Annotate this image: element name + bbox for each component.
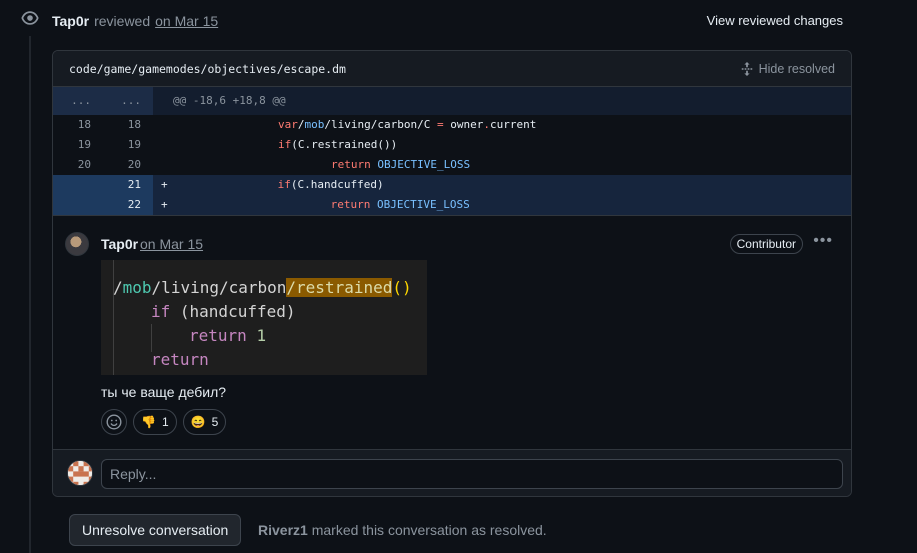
unresolve-conversation-button[interactable]: Unresolve conversation bbox=[69, 514, 242, 546]
hunk-header: @@ -18,6 +18,8 @@ bbox=[173, 94, 286, 107]
resolved-message: marked this conversation as resolved. bbox=[307, 522, 547, 538]
smile-icon: 😄 bbox=[190, 415, 206, 429]
identicon-icon bbox=[68, 461, 92, 485]
code-image-line: /mob/living/carbon/restrained() bbox=[113, 278, 412, 297]
thumbs-down-icon: 👎 bbox=[141, 415, 156, 429]
code-token: / bbox=[113, 278, 123, 297]
kebab-menu-icon[interactable]: ••• bbox=[813, 232, 833, 250]
reply-area bbox=[53, 449, 851, 496]
new-line-number[interactable]: 19 bbox=[103, 135, 153, 155]
old-line-number[interactable]: 19 bbox=[53, 135, 103, 155]
resolver-name[interactable]: Riverz1 bbox=[258, 522, 308, 538]
hunk-expand-left[interactable]: ... bbox=[53, 87, 103, 115]
code-token: return bbox=[189, 326, 247, 345]
new-line-number[interactable]: 20 bbox=[103, 155, 153, 175]
code-token: if bbox=[151, 302, 171, 321]
old-line-number[interactable] bbox=[53, 175, 103, 195]
timeline-line bbox=[29, 36, 31, 553]
hunk-row[interactable]: ... ... @@ -18,6 +18,8 @@ bbox=[53, 87, 851, 115]
review-header: Tap0r reviewed on Mar 15 View reviewed c… bbox=[52, 10, 917, 32]
code-text: return OBJECTIVE_LOSS bbox=[330, 198, 470, 211]
diff-code: + if(C.handcuffed) bbox=[153, 175, 851, 195]
reaction-count: 1 bbox=[161, 415, 169, 429]
diff-line: 19 19 if(C.restrained()) bbox=[53, 135, 851, 155]
code-image-line: if (handcuffed) bbox=[151, 302, 296, 321]
review-author[interactable]: Tap0r bbox=[52, 13, 89, 29]
contributor-badge: Contributor bbox=[729, 234, 803, 254]
view-reviewed-changes-link[interactable]: View reviewed changes bbox=[707, 10, 843, 32]
diff-code: if(C.restrained()) bbox=[153, 135, 851, 155]
old-line-number[interactable]: 20 bbox=[53, 155, 103, 175]
reactions-bar: 👎 1 😄 5 bbox=[101, 409, 227, 435]
code-text: var/mob/living/carbon/C = owner.current bbox=[278, 118, 537, 131]
add-reaction-button[interactable] bbox=[101, 409, 127, 435]
code-image-line: return 1 bbox=[189, 326, 266, 345]
resolved-status: Riverz1 marked this conversation as reso… bbox=[258, 522, 547, 538]
code-text: return OBJECTIVE_LOSS bbox=[331, 158, 471, 171]
conversation-box: code/game/gamemodes/objectives/escape.dm… bbox=[52, 50, 852, 497]
review-comment: Tap0r on Mar 15 Contributor ••• /mob/liv… bbox=[53, 215, 851, 451]
code-image-line: return bbox=[151, 350, 209, 369]
code-token: 1 bbox=[256, 326, 267, 345]
hunk-expand-right[interactable]: ... bbox=[103, 87, 153, 115]
diff-sign: + bbox=[161, 178, 168, 191]
smiley-icon bbox=[106, 414, 122, 430]
diff-table: ... ... @@ -18,6 +18,8 @@ 18 18 var/mob/… bbox=[53, 87, 851, 215]
diff-line-added: 21 + if(C.handcuffed) bbox=[53, 175, 851, 195]
eye-icon bbox=[14, 4, 46, 32]
comment-body: ты че ваще дебил? bbox=[101, 384, 227, 400]
code-screenshot-image: /mob/living/carbon/restrained() if (hand… bbox=[101, 260, 427, 375]
reaction-smile[interactable]: 😄 5 bbox=[182, 409, 227, 435]
new-line-number[interactable]: 22 bbox=[103, 195, 153, 215]
file-header: code/game/gamemodes/objectives/escape.dm… bbox=[53, 51, 851, 87]
diff-code: return OBJECTIVE_LOSS bbox=[153, 155, 851, 175]
hide-resolved-label: Hide resolved bbox=[758, 61, 835, 76]
avatar[interactable] bbox=[65, 232, 89, 256]
diff-sign: + bbox=[161, 198, 168, 211]
code-token: /restrained bbox=[286, 278, 393, 297]
code-text: if(C.restrained()) bbox=[278, 138, 398, 151]
file-path[interactable]: code/game/gamemodes/objectives/escape.dm bbox=[69, 62, 346, 76]
diff-code: var/mob/living/carbon/C = owner.current bbox=[153, 115, 851, 135]
user-avatar[interactable] bbox=[67, 460, 93, 486]
diff-line: 18 18 var/mob/living/carbon/C = owner.cu… bbox=[53, 115, 851, 135]
code-token: mob bbox=[122, 278, 152, 297]
review-action: reviewed bbox=[94, 13, 151, 29]
reply-input[interactable] bbox=[101, 459, 843, 489]
unfold-icon bbox=[741, 61, 752, 76]
code-token: return bbox=[151, 350, 209, 369]
review-date[interactable]: on Mar 15 bbox=[155, 13, 218, 29]
reaction-thumbs-down[interactable]: 👎 1 bbox=[133, 409, 177, 435]
diff-line: 20 20 return OBJECTIVE_LOSS bbox=[53, 155, 851, 175]
comment-author[interactable]: Tap0r bbox=[101, 236, 138, 252]
diff-code: + return OBJECTIVE_LOSS bbox=[153, 195, 851, 215]
new-line-number[interactable]: 21 bbox=[103, 175, 153, 195]
diff-line-added: 22 + return OBJECTIVE_LOSS bbox=[53, 195, 851, 215]
old-line-number[interactable]: 18 bbox=[53, 115, 103, 135]
code-token: (handcuffed) bbox=[170, 302, 296, 321]
old-line-number[interactable] bbox=[53, 195, 103, 215]
code-token: /living/carbon bbox=[151, 278, 287, 297]
code-token: () bbox=[392, 278, 412, 297]
indent-guide bbox=[151, 324, 152, 352]
code-text: if(C.handcuffed) bbox=[277, 178, 384, 191]
new-line-number[interactable]: 18 bbox=[103, 115, 153, 135]
hide-resolved-button[interactable]: Hide resolved bbox=[741, 61, 835, 76]
comment-date[interactable]: on Mar 15 bbox=[140, 236, 203, 252]
reaction-count: 5 bbox=[211, 415, 219, 429]
